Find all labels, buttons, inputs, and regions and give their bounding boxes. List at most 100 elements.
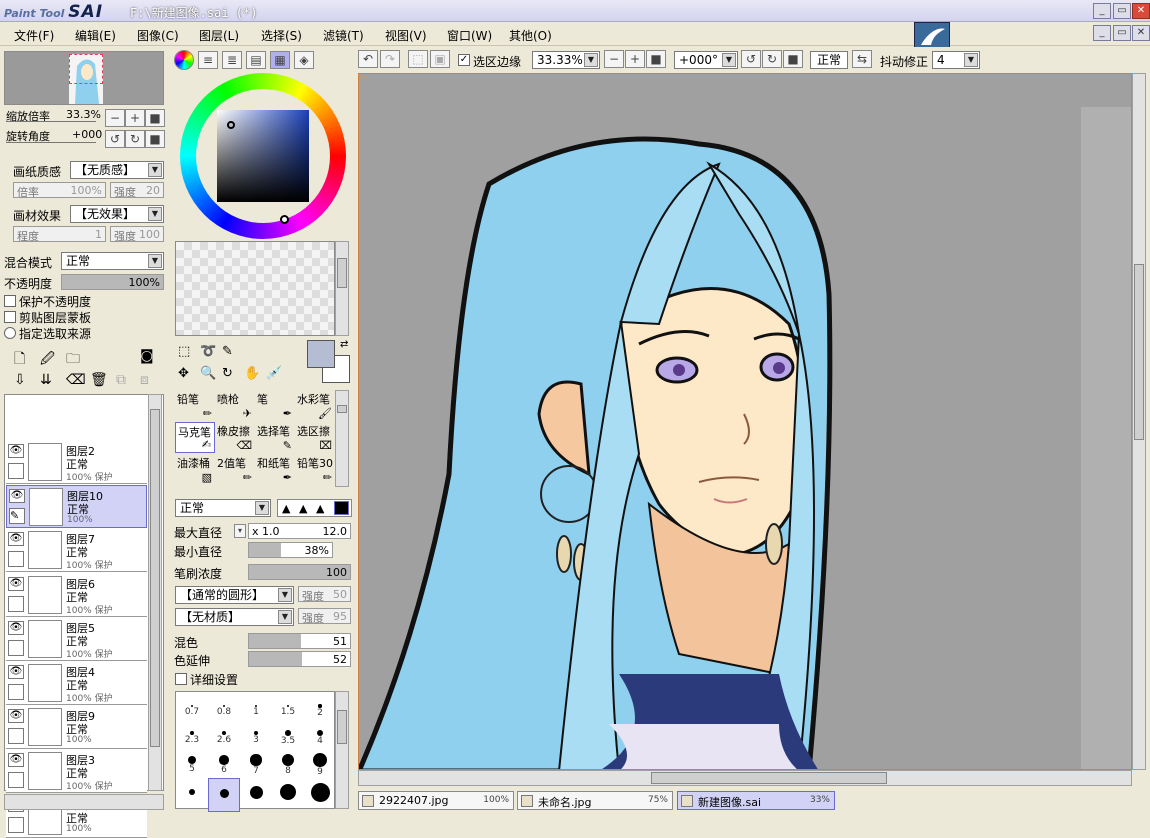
eye-icon[interactable]: 👁	[8, 709, 24, 724]
canvas-zoom-reset-button[interactable]: ■	[646, 50, 666, 68]
deselect-button[interactable]: ⬚	[408, 50, 428, 68]
scratch-pad-tab-icon[interactable]: ◈	[294, 51, 314, 69]
menu-other[interactable]: 其他(O)	[509, 27, 552, 44]
brush-icon[interactable]: ✎	[9, 508, 25, 525]
menu-image[interactable]: 图像(C)	[137, 27, 179, 44]
new-linework-layer-icon[interactable]: 🖉	[40, 348, 55, 372]
eye-icon[interactable]: 👁	[8, 753, 24, 768]
menu-file[interactable]: 文件(F)	[14, 27, 54, 44]
brush-size-cell[interactable]	[304, 778, 336, 812]
min-diameter-slider[interactable]: 38%	[248, 542, 333, 558]
selection-edge-checkbox[interactable]: ✓	[458, 54, 470, 66]
lock-checkbox[interactable]	[8, 551, 24, 568]
eye-icon[interactable]: 👁	[8, 576, 24, 591]
texture-strength-slider[interactable]: 强度 95	[298, 608, 351, 625]
persistence-slider[interactable]: 52	[248, 651, 351, 667]
navigator-viewport-frame[interactable]	[69, 54, 103, 84]
lasso-icon[interactable]: ➰	[200, 344, 216, 359]
rotate-left-button[interactable]: ↺	[105, 130, 125, 148]
opacity-slider[interactable]: 100%	[61, 274, 164, 290]
paper-effect-select[interactable]: 【无效果】 ▼	[70, 205, 164, 223]
layer-row[interactable]: 👁 图层7 正常 100% 保护	[6, 529, 147, 573]
paper-texture-select[interactable]: 【无质感】 ▼	[70, 161, 164, 179]
edge-square-icon[interactable]	[334, 501, 349, 515]
edge-hard-icon[interactable]: ▲	[316, 502, 324, 515]
menu-layer[interactable]: 图层(L)	[199, 27, 239, 44]
layer-row[interactable]: 👁 图层3 正常 100% 保护	[6, 750, 147, 794]
layer-row[interactable]: 👁 图层2 正常 100% 保护	[6, 441, 147, 484]
menu-filter[interactable]: 滤镜(T)	[323, 27, 364, 44]
zoom-in-button[interactable]: +	[125, 109, 145, 127]
scratch-pad-scroll-thumb[interactable]	[337, 258, 347, 288]
sv-cursor[interactable]	[227, 121, 235, 129]
hue-ring[interactable]	[180, 73, 346, 239]
invert-selection-button[interactable]: ▣	[430, 50, 450, 68]
minimize-button[interactable]: _	[1093, 3, 1111, 19]
brush-tool[interactable]: 油漆桶 ▧	[175, 454, 215, 485]
brush-tool[interactable]: 水彩笔 🖌	[295, 390, 335, 421]
flip-canvas-button[interactable]: ⇆	[852, 50, 872, 68]
protect-opacity-checkbox[interactable]	[4, 295, 16, 307]
layer-row[interactable]: 👁 图层4 正常 100% 保护	[6, 662, 147, 705]
hue-cursor[interactable]	[280, 215, 289, 224]
brush-tool[interactable]: 马克笔 ✍	[175, 422, 215, 453]
document-tab[interactable]: 2922407.jpg 100%	[358, 791, 514, 810]
undo-button[interactable]: ↶	[358, 50, 378, 68]
lock-checkbox[interactable]	[8, 816, 24, 833]
canvas-rotate-right-button[interactable]: ↻	[762, 50, 782, 68]
brush-tool[interactable]: 铅笔30 ✏	[295, 454, 335, 485]
layer-list-hscrollbar[interactable]	[4, 794, 164, 810]
canvas-hscroll-thumb[interactable]	[651, 772, 887, 784]
redo-button[interactable]: ↷	[380, 50, 400, 68]
document-tab[interactable]: 未命名.jpg 75%	[517, 791, 673, 810]
layer-row[interactable]: 👁 图层9 正常 100%	[6, 706, 147, 750]
hand-tool-icon[interactable]: ✋	[244, 366, 260, 381]
canvas-vscroll-thumb[interactable]	[1134, 264, 1144, 440]
eye-icon[interactable]: 👁	[8, 665, 24, 679]
brush-tool[interactable]: 和纸笔 ✒	[255, 454, 295, 485]
zoom-out-button[interactable]: −	[105, 109, 125, 127]
eye-icon[interactable]: 👁	[9, 489, 25, 504]
close-button[interactable]: ✕	[1132, 3, 1150, 19]
brush-tool[interactable]: 橡皮擦 ⌫	[215, 422, 255, 453]
zoom-tool-icon[interactable]: 🔍	[200, 366, 216, 381]
doc-close-button[interactable]: ✕	[1132, 25, 1150, 41]
eyedropper-icon[interactable]: 💉	[266, 366, 282, 381]
size-grid-scrollbar[interactable]	[335, 691, 349, 809]
layer-row[interactable]: 👁 ✎ 图层10 正常 100%	[6, 485, 147, 529]
layer-list-scrollbar[interactable]	[148, 394, 162, 791]
navigator-preview[interactable]	[4, 51, 164, 105]
layer-row[interactable]: 👁 图层5 正常 100% 保护	[6, 617, 147, 661]
effect-degree-slider[interactable]: 程度 1	[13, 226, 106, 243]
diameter-range-button[interactable]: ▾	[234, 524, 246, 538]
brush-tool[interactable]: 选区擦 ⌧	[295, 422, 335, 453]
brush-size-cell[interactable]	[176, 778, 208, 812]
edge-medium-icon[interactable]: ▲	[299, 502, 307, 515]
layer-list-scroll-thumb[interactable]	[150, 409, 160, 747]
transfer-down-icon[interactable]: ⇩	[14, 372, 26, 388]
clip-mask-checkbox[interactable]	[4, 311, 16, 323]
detail-settings-checkbox[interactable]	[175, 673, 187, 685]
canvas-angle-select[interactable]: +000° ▼	[674, 51, 738, 69]
layer-row[interactable]: 👁 图层6 正常 100% 保护	[6, 573, 147, 617]
canvas-rotate-left-button[interactable]: ↺	[741, 50, 761, 68]
doc-minimize-button[interactable]: _	[1093, 25, 1111, 41]
layer-mask-icon[interactable]: ◙	[140, 348, 154, 364]
rotate-reset-button[interactable]: ■	[145, 130, 165, 148]
paper-rate-slider[interactable]: 倍率 100%	[13, 182, 106, 199]
selection-source-radio[interactable]	[4, 327, 16, 339]
brush-tool[interactable]: 选择笔 ✎	[255, 422, 295, 453]
blend-slider[interactable]: 51	[248, 633, 351, 649]
canvas-zoom-out-button[interactable]: −	[604, 50, 624, 68]
brush-tool[interactable]: 笔 ✒	[255, 390, 295, 421]
maximize-button[interactable]: ▭	[1113, 3, 1131, 19]
rect-select-icon[interactable]: ⬚	[178, 344, 190, 359]
lock-checkbox[interactable]	[8, 595, 24, 612]
lock-checkbox[interactable]	[8, 772, 24, 789]
new-layer-icon[interactable]: 🗋	[14, 348, 25, 372]
brush-size-cell[interactable]	[208, 778, 240, 812]
eye-icon[interactable]: 👁	[8, 444, 24, 458]
delete-layer-icon[interactable]: 🗑	[90, 372, 108, 388]
brush-grid-scroll-thumb[interactable]	[337, 405, 347, 413]
brush-tool[interactable]: 喷枪 ✈	[215, 390, 255, 421]
